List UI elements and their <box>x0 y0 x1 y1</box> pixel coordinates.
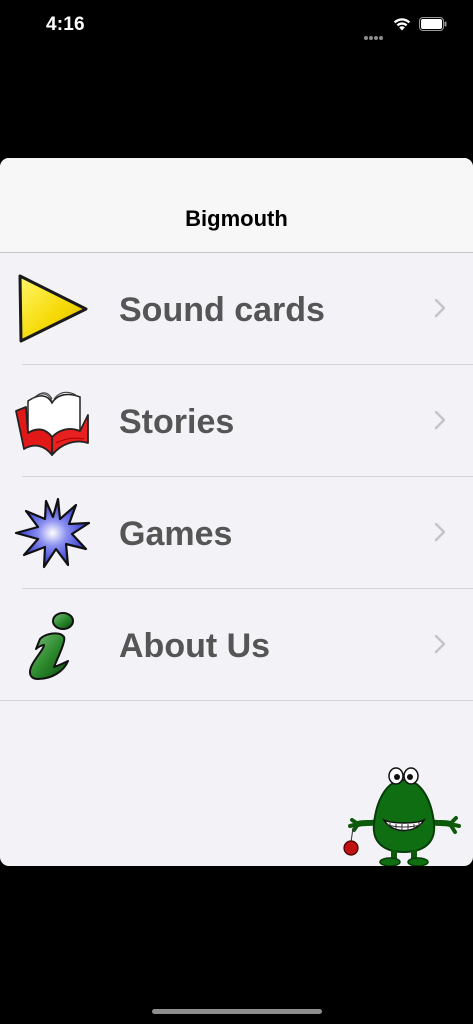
signal-dots-icon <box>364 27 386 40</box>
status-bar: 4:16 <box>0 0 473 52</box>
menu-item-stories[interactable]: Stories <box>0 365 473 477</box>
row-separator <box>0 700 473 701</box>
page-title: Bigmouth <box>185 206 288 231</box>
chevron-right-icon <box>434 298 446 318</box>
chevron-right-icon <box>434 410 446 430</box>
navigation-bar: Bigmouth <box>0 158 473 253</box>
modal-sheet: Bigmouth Sound cards Stories Games About… <box>0 158 473 866</box>
play-triangle-icon <box>18 274 88 343</box>
info-icon <box>29 612 74 680</box>
home-indicator[interactable] <box>152 1009 322 1014</box>
chevron-right-icon <box>434 634 446 654</box>
open-book-icon <box>15 391 89 456</box>
wifi-icon <box>393 18 411 31</box>
chevron-right-icon <box>434 522 446 542</box>
menu-item-label: About Us <box>119 627 271 665</box>
menu-item-label: Stories <box>119 403 235 441</box>
menu-item-sound-cards[interactable]: Sound cards <box>0 253 473 365</box>
main-menu: Sound cards Stories Games About Us <box>0 253 473 701</box>
status-time: 4:16 <box>46 14 85 35</box>
menu-item-label: Sound cards <box>119 291 325 329</box>
app-screen: 4:16 Bigmouth Sound cards Stories Games … <box>0 0 473 1024</box>
menu-item-games[interactable]: Games <box>0 477 473 589</box>
battery-icon <box>419 17 447 31</box>
starburst-icon <box>14 497 90 569</box>
menu-item-about-us[interactable]: About Us <box>0 589 473 701</box>
green-monster-mascot-icon <box>343 767 461 866</box>
menu-item-label: Games <box>119 515 233 553</box>
